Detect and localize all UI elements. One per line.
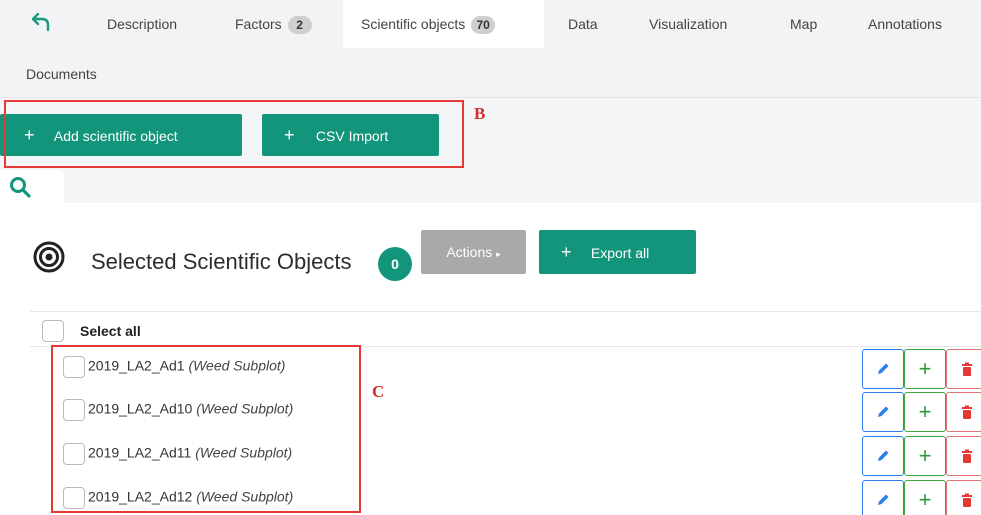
add-child-button[interactable]: + (904, 480, 946, 515)
delete-button[interactable] (946, 480, 981, 515)
tab-factors[interactable]: Factors 2 (235, 0, 312, 48)
select-all-label: Select all (80, 323, 141, 339)
tab-label: Map (790, 16, 818, 32)
tab-scientific-objects[interactable]: Scientific objects 70 (343, 0, 544, 48)
tab-description[interactable]: Description (107, 0, 177, 48)
divider (30, 311, 981, 312)
edit-button[interactable] (862, 436, 904, 476)
selected-objects-title: Selected Scientific Objects (91, 249, 352, 274)
row-actions: + (862, 392, 981, 432)
trash-icon (962, 362, 972, 376)
tab-documents[interactable]: Documents (26, 50, 97, 98)
tab-label: Factors (235, 16, 282, 32)
plus-icon: + (561, 242, 572, 262)
delete-button[interactable] (946, 392, 981, 432)
tab-data[interactable]: Data (568, 0, 598, 48)
tab-map[interactable]: Map (790, 0, 817, 48)
plus-icon: + (918, 487, 932, 512)
pencil-icon (878, 450, 889, 461)
annotation-box-c (51, 345, 361, 513)
button-label: Export all (590, 245, 650, 261)
tab-label: Visualization (649, 16, 728, 32)
plus-icon: + (918, 356, 932, 381)
tab-label: Annotations (868, 16, 942, 32)
select-all-checkbox[interactable] (42, 320, 64, 342)
tab-label: Description (107, 16, 178, 32)
search-tab[interactable] (0, 170, 64, 203)
pencil-icon (878, 406, 889, 417)
search-icon (10, 177, 31, 198)
delete-button[interactable] (946, 436, 981, 476)
annotation-label-c: C (372, 382, 385, 401)
button-label: Actions (446, 244, 493, 260)
row-actions: + (862, 349, 981, 389)
export-all-button[interactable]: + Export all (539, 230, 696, 274)
tab-bar: Description Factors 2 Scientific objects… (0, 0, 981, 98)
annotation-box-b (4, 100, 464, 168)
back-arrow-icon[interactable] (28, 10, 56, 38)
plus-icon: + (918, 443, 932, 468)
row-actions: + (862, 480, 981, 515)
pencil-icon (878, 494, 889, 505)
delete-button[interactable] (946, 349, 981, 389)
tab-annotations[interactable]: Annotations (868, 0, 942, 48)
caret-right-icon: ▸ (496, 249, 501, 259)
annotation-label-b: B (474, 104, 486, 123)
add-child-button[interactable]: + (904, 392, 946, 432)
add-child-button[interactable]: + (904, 436, 946, 476)
edit-button[interactable] (862, 392, 904, 432)
tab-visualization[interactable]: Visualization (649, 0, 727, 48)
objects-count-badge: 70 (471, 16, 496, 34)
edit-button[interactable] (862, 349, 904, 389)
factors-count-badge: 2 (287, 16, 312, 34)
target-icon (33, 241, 65, 273)
add-child-button[interactable]: + (904, 349, 946, 389)
trash-icon (962, 493, 972, 507)
trash-icon (962, 449, 972, 463)
actions-button[interactable]: Actions ▸ (421, 230, 526, 274)
selected-count-badge: 0 (378, 247, 412, 281)
tab-label: Scientific objects (361, 16, 466, 32)
trash-icon (962, 405, 972, 419)
edit-button[interactable] (862, 480, 904, 515)
pencil-icon (878, 363, 889, 374)
row-actions: + (862, 436, 981, 476)
plus-icon: + (918, 399, 932, 424)
tab-label: Data (568, 16, 598, 32)
tab-label: Documents (26, 66, 97, 82)
